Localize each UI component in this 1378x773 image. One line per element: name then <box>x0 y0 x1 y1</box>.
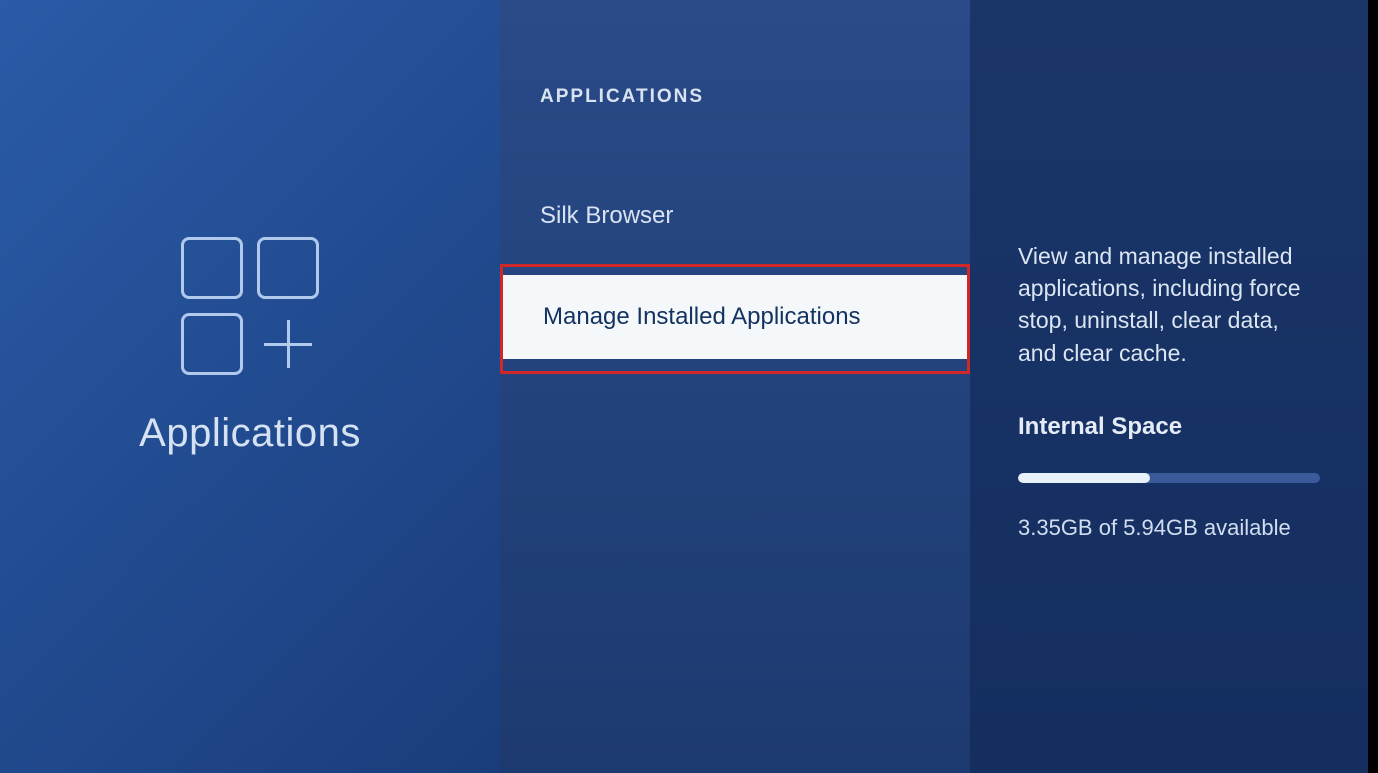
grid-square-icon <box>181 237 243 299</box>
storage-detail-text: 3.35GB of 5.94GB available <box>1018 515 1320 541</box>
storage-progress-bar <box>1018 473 1320 483</box>
storage-heading: Internal Space <box>1018 413 1320 441</box>
menu-item-manage-installed-applications[interactable]: Manage Installed Applications <box>503 275 967 359</box>
section-header: APPLICATIONS <box>500 86 970 108</box>
storage-progress-fill <box>1018 473 1150 483</box>
screen-edge <box>1368 0 1378 773</box>
category-label: Applications <box>139 411 361 456</box>
applications-icon <box>181 237 319 375</box>
menu-item-silk-browser[interactable]: Silk Browser <box>500 182 970 250</box>
grid-square-icon <box>257 237 319 299</box>
settings-menu-panel: APPLICATIONS Silk Browser Manage Install… <box>500 0 970 773</box>
detail-panel: View and manage installed applications, … <box>970 0 1368 773</box>
annotation-highlight: Manage Installed Applications <box>500 264 970 374</box>
item-description: View and manage installed applications, … <box>1018 240 1320 369</box>
grid-square-icon <box>181 313 243 375</box>
category-side-panel: Applications <box>0 0 500 773</box>
plus-icon <box>257 313 319 375</box>
